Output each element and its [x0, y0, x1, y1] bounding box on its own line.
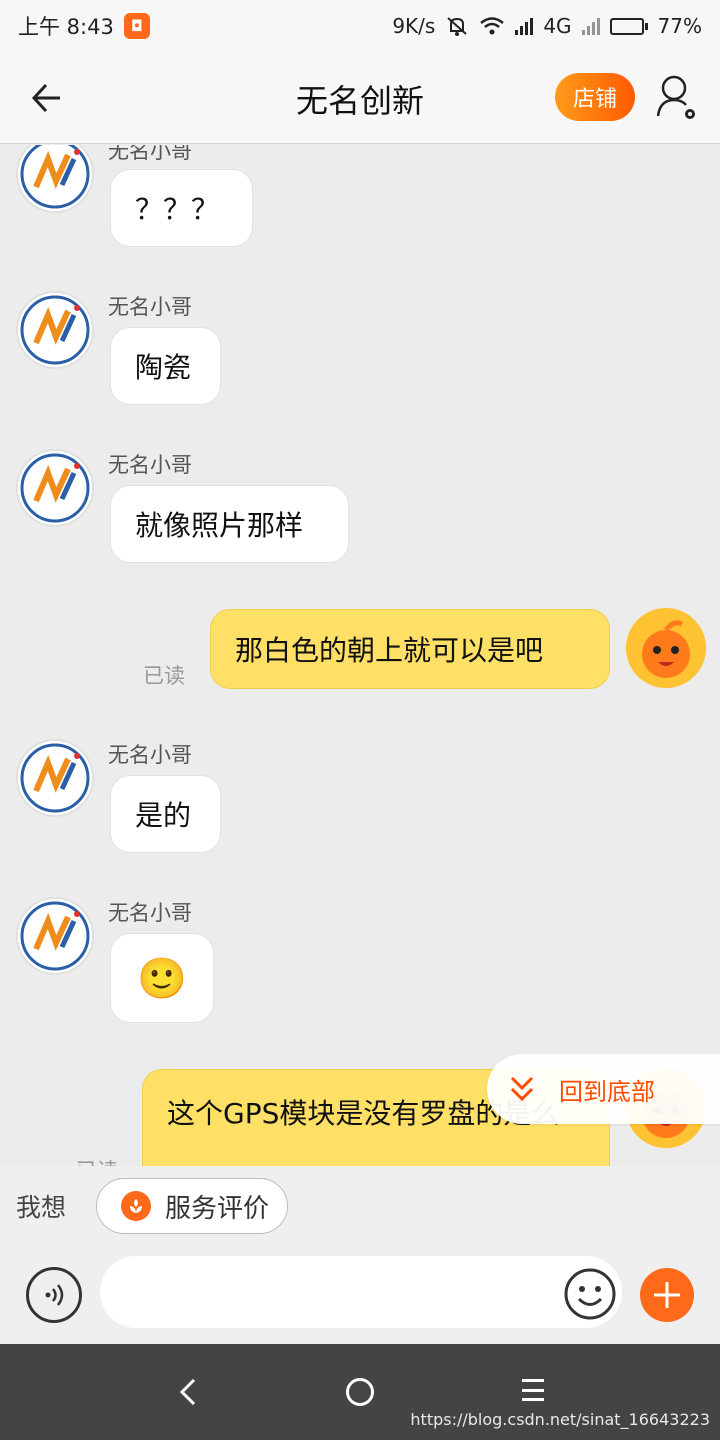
service-rating-button[interactable]: 服务评价 — [96, 1178, 289, 1234]
sender-name: 无名小哥 — [108, 453, 192, 477]
nav-back-icon[interactable] — [170, 1374, 206, 1410]
message-bubble[interactable]: 陶瓷 — [110, 327, 221, 405]
nav-home-icon[interactable] — [346, 1378, 374, 1406]
read-status: 已读 — [143, 664, 185, 688]
shop-avatar[interactable] — [16, 897, 94, 975]
rating-icon — [121, 1191, 151, 1221]
nav-menu-icon[interactable] — [522, 1379, 544, 1401]
net-speed: 9K/s — [392, 14, 436, 38]
battery-percent: 77% — [657, 14, 702, 38]
mute-bell-icon — [447, 17, 467, 36]
message-bubble[interactable]: 那白色的朝上就可以是吧 — [210, 609, 610, 689]
user-settings-icon[interactable] — [654, 72, 700, 124]
watermark-text: https://blog.csdn.net/sinat_16643223 — [410, 1410, 710, 1429]
message-input[interactable] — [100, 1256, 622, 1328]
signal-icon — [515, 17, 534, 35]
shop-button[interactable]: 店铺 — [555, 73, 635, 121]
emoji-message-bubble[interactable]: 🙂 — [110, 933, 214, 1023]
sender-name: 无名小哥 — [108, 295, 192, 319]
shop-avatar[interactable] — [16, 145, 94, 213]
shop-avatar[interactable] — [16, 449, 94, 527]
jump-to-bottom-button[interactable]: 回到底部 — [487, 1054, 720, 1124]
jump-to-bottom-label: 回到底部 — [559, 1077, 655, 1106]
quick-action-bar: 我想 服务评价 — [0, 1166, 720, 1246]
system-nav-bar: https://blog.csdn.net/sinat_16643223 — [0, 1344, 720, 1440]
status-time: 上午 8:43 — [18, 15, 114, 39]
message-bubble[interactable]: ？？？ — [110, 169, 253, 247]
shop-avatar[interactable] — [16, 739, 94, 817]
user-avatar[interactable] — [626, 608, 706, 688]
double-chevron-down-icon — [510, 1076, 534, 1102]
message-bubble[interactable]: 是的 — [110, 775, 221, 853]
want-label: 我想 — [16, 1193, 67, 1222]
message-bubble[interactable]: 就像照片那样 — [110, 485, 349, 563]
read-status: 已读 — [76, 1155, 118, 1166]
shop-avatar[interactable] — [16, 291, 94, 369]
more-options-plus-icon[interactable] — [640, 1268, 694, 1322]
service-rating-label: 服务评价 — [165, 1193, 270, 1224]
no-signal-icon — [581, 17, 600, 35]
chat-area[interactable]: 无名小哥 ？？？ 无名小哥 陶瓷 无名小哥 就像照片那样 已读 那白色的朝上就可… — [0, 145, 720, 1166]
app-notification-icon: ◘ — [123, 13, 150, 39]
voice-input-icon[interactable] — [26, 1267, 82, 1323]
battery-icon — [609, 17, 648, 35]
sender-name: 无名小哥 — [108, 743, 192, 767]
wifi-icon — [480, 17, 505, 35]
emoji-picker-icon[interactable] — [562, 1266, 618, 1322]
chat-header: 无名创新 店铺 — [0, 52, 720, 144]
network-type: 4G — [543, 14, 572, 38]
sender-name: 无名小哥 — [108, 901, 192, 925]
input-bar — [0, 1246, 720, 1344]
sender-name: 无名小哥 — [108, 145, 192, 163]
status-bar: 上午 8:43 ◘ 9K/s 4G 77% — [0, 0, 720, 52]
